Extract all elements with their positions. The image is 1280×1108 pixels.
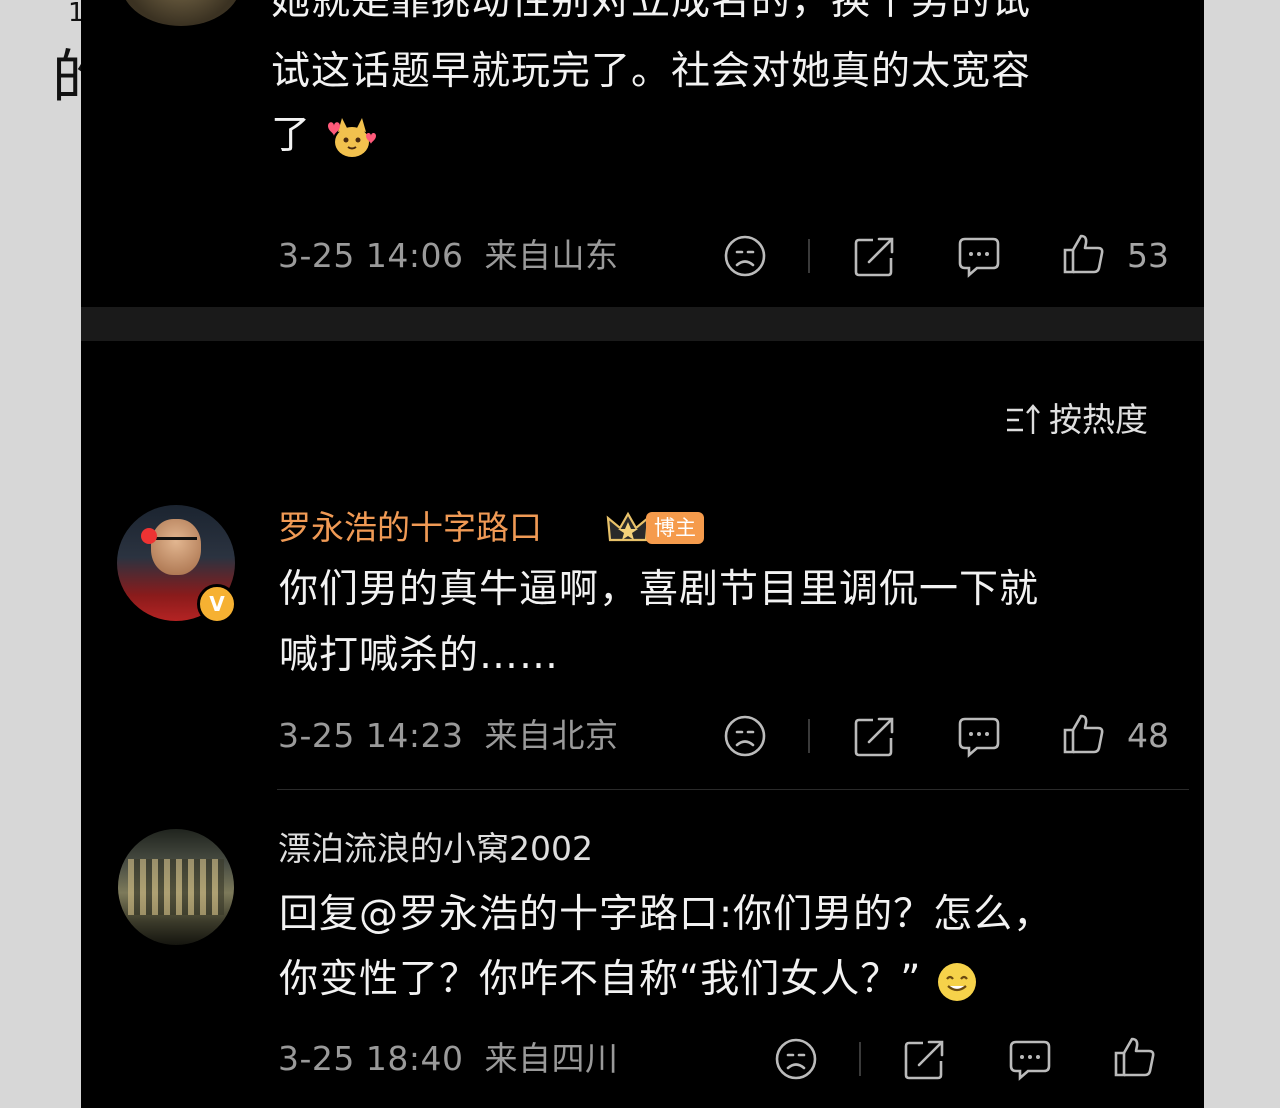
comment-text-line: 回复@罗永浩的十字路口:你们男的？怎么， (279, 892, 1054, 937)
comments-screen: 她就是靠挑动性别对立成名的，换个男的试 试这话题早就玩完了。社会对她真的太宽容 … (81, 0, 1204, 1108)
comment-text-line: 你变性了？你咋不自称“我们女人？” (279, 948, 979, 1012)
avatar-glasses (155, 537, 197, 548)
avatar-image (128, 859, 224, 915)
share-icon[interactable] (853, 714, 897, 758)
verified-badge: V (197, 584, 237, 624)
like-icon[interactable] (1112, 1035, 1156, 1079)
comment-meta: 3-25 18:40 来自四川 (278, 1039, 619, 1079)
smile-emoji (937, 962, 976, 1001)
action-separator (859, 1042, 861, 1076)
action-separator (808, 239, 810, 273)
like-count: 48 (1127, 716, 1169, 755)
comment-username[interactable]: 漂泊流浪的小窝2002 (278, 829, 593, 869)
like-icon[interactable] (1061, 712, 1105, 756)
comment-meta: 3-25 14:23 来自北京 (278, 716, 619, 756)
blogger-label: 博主 (646, 512, 704, 544)
comment-location: 来自四川 (484, 1039, 619, 1078)
comment-text-line: 喊打喊杀的…… (279, 633, 560, 678)
cat-love-emoji (328, 117, 377, 157)
avatar-channel-logo (141, 528, 157, 544)
action-separator (808, 719, 810, 753)
comment-text-line: 了 (271, 104, 380, 168)
comment-text-line: 试这话题早就玩完了。社会对她真的太宽容 (271, 49, 1032, 94)
comment-location: 来自山东 (484, 236, 619, 275)
crown-icon (606, 511, 650, 542)
comment-location: 来自北京 (484, 716, 619, 755)
section-divider (81, 307, 1204, 341)
comment-time: 3-25 14:23 (278, 716, 464, 755)
sort-button[interactable]: 按热度 (1005, 398, 1148, 442)
comment-text-line: 你们男的真牛逼啊，喜剧节目里调侃一下就 (279, 567, 1040, 612)
comment-username[interactable]: 罗永浩的十字路口 (278, 508, 542, 548)
comment-time: 3-25 18:40 (278, 1039, 464, 1078)
sad-face-icon[interactable] (723, 714, 767, 758)
comment-icon[interactable] (1008, 1037, 1052, 1081)
sort-icon (1007, 404, 1040, 434)
sad-face-icon[interactable] (723, 234, 767, 278)
comment-time: 3-25 14:06 (278, 236, 464, 275)
share-icon[interactable] (903, 1037, 947, 1081)
comment-icon[interactable] (957, 714, 1001, 758)
sad-face-icon[interactable] (774, 1037, 818, 1081)
comment-icon[interactable] (957, 234, 1001, 278)
comment-text-line: 她就是靠挑动性别对立成名的，换个男的试 (271, 0, 1032, 24)
share-icon[interactable] (853, 234, 897, 278)
reply-divider (277, 789, 1189, 790)
sort-label: 按热度 (1049, 400, 1148, 439)
like-count: 53 (1127, 236, 1169, 275)
avatar[interactable] (121, 0, 241, 26)
avatar[interactable] (118, 829, 234, 945)
like-icon[interactable] (1061, 232, 1105, 276)
blogger-badge: 博主 (606, 508, 704, 548)
comment-meta: 3-25 14:06 来自山东 (278, 236, 619, 276)
